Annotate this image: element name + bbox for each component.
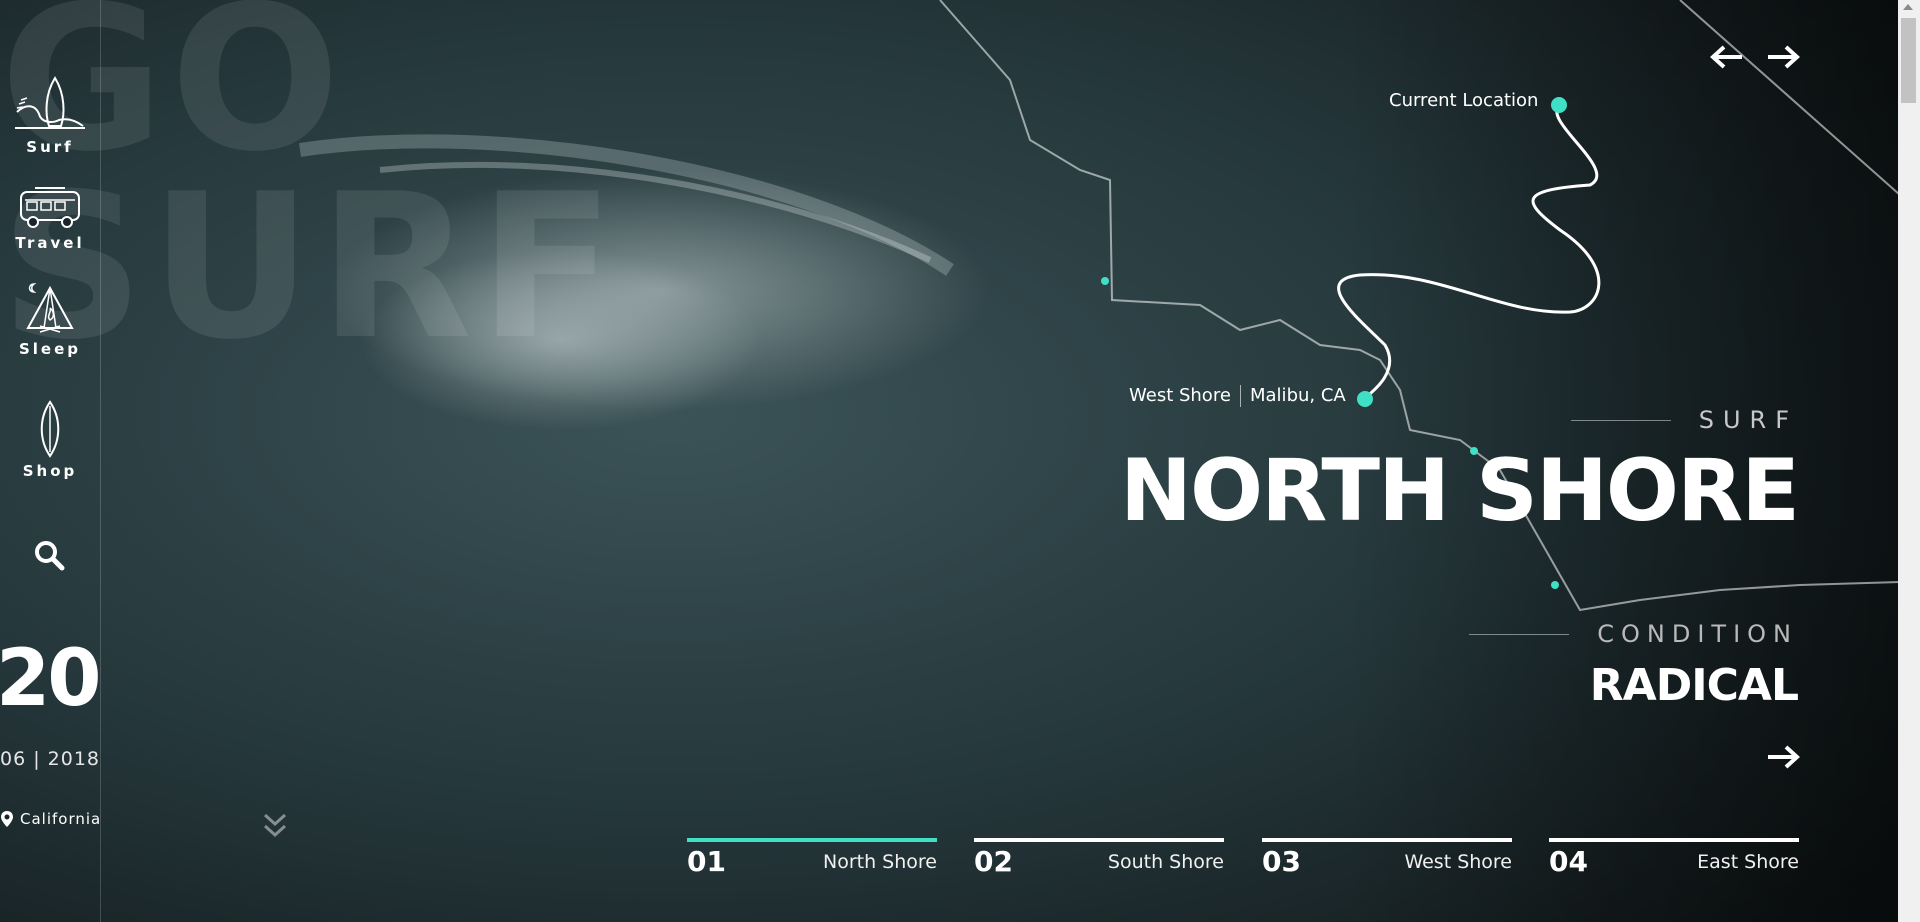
sidebar-item-travel[interactable]: Travel bbox=[0, 186, 100, 252]
tab-label: South Shore bbox=[1107, 851, 1224, 873]
explore-button[interactable] bbox=[1766, 744, 1800, 774]
tab-number: 03 bbox=[1262, 845, 1301, 878]
sidebar-item-surf[interactable]: Surf bbox=[0, 74, 100, 156]
map-city-label: Malibu, CA bbox=[1250, 385, 1346, 406]
tab-north-shore[interactable]: 01 North Shore bbox=[687, 838, 937, 892]
date-month-year: 06 | 2018 bbox=[0, 748, 101, 770]
scrollbar-thumb[interactable] bbox=[1901, 18, 1916, 103]
search-icon bbox=[35, 541, 65, 571]
arrow-right-icon bbox=[1768, 45, 1800, 69]
tab-number: 01 bbox=[687, 845, 726, 878]
tab-number: 02 bbox=[974, 845, 1013, 878]
map-spot-label: West Shore bbox=[1129, 385, 1231, 406]
arrow-right-icon bbox=[1768, 745, 1800, 769]
sidebar-item-sleep[interactable]: Sleep bbox=[0, 282, 100, 358]
condition-kicker: CONDITION bbox=[1597, 620, 1798, 648]
kicker-rule bbox=[1469, 633, 1570, 635]
tab-number: 04 bbox=[1549, 845, 1588, 878]
spot-title: NORTH SHORE bbox=[1119, 441, 1800, 541]
tab-west-shore[interactable]: 03 West Shore bbox=[1262, 838, 1512, 892]
van-icon bbox=[20, 187, 80, 228]
scrollbar-up-arrow[interactable] bbox=[1903, 4, 1913, 10]
current-location-label: Current Location bbox=[1389, 90, 1539, 111]
scrollbar-track[interactable] bbox=[1898, 0, 1920, 922]
arrow-left-icon bbox=[1710, 45, 1742, 69]
sidebar-item-label: Surf bbox=[26, 138, 74, 156]
condition-value: RADICAL bbox=[1589, 660, 1799, 711]
surfboard-icon bbox=[40, 400, 60, 458]
sidebar-item-label: Sleep bbox=[18, 340, 82, 358]
surf-kicker-row: SURF bbox=[1570, 406, 1798, 434]
next-slide-button[interactable] bbox=[1766, 44, 1800, 74]
sidebar-item-label: Travel bbox=[15, 234, 85, 252]
double-chevron-down-icon bbox=[263, 813, 287, 838]
tent-icon bbox=[26, 283, 74, 333]
tab-south-shore[interactable]: 02 South Shore bbox=[974, 838, 1224, 892]
scroll-down-button[interactable] bbox=[262, 812, 288, 844]
condition-kicker-row: CONDITION bbox=[1469, 620, 1798, 648]
location-indicator: California bbox=[0, 810, 101, 828]
tab-label: North Shore bbox=[823, 851, 937, 873]
map-pin-icon bbox=[1, 811, 13, 827]
date-day: 20 bbox=[0, 634, 102, 724]
page: GO SURF Current Location West Shore Mali… bbox=[0, 0, 1920, 922]
sidebar-divider bbox=[100, 0, 101, 922]
tab-east-shore[interactable]: 04 East Shore bbox=[1549, 838, 1799, 892]
section-kicker: SURF bbox=[1698, 406, 1798, 434]
tab-label: East Shore bbox=[1697, 851, 1799, 873]
search-button[interactable] bbox=[32, 538, 68, 574]
label-divider bbox=[1240, 385, 1241, 407]
surfboard-wave-icon bbox=[15, 76, 85, 129]
sidebar-item-label: Shop bbox=[22, 462, 78, 480]
previous-slide-button[interactable] bbox=[1710, 44, 1744, 74]
tab-label: West Shore bbox=[1404, 851, 1512, 873]
kicker-rule bbox=[1570, 419, 1671, 421]
sidebar-item-shop[interactable]: Shop bbox=[0, 400, 100, 480]
location-label: California bbox=[20, 810, 102, 828]
